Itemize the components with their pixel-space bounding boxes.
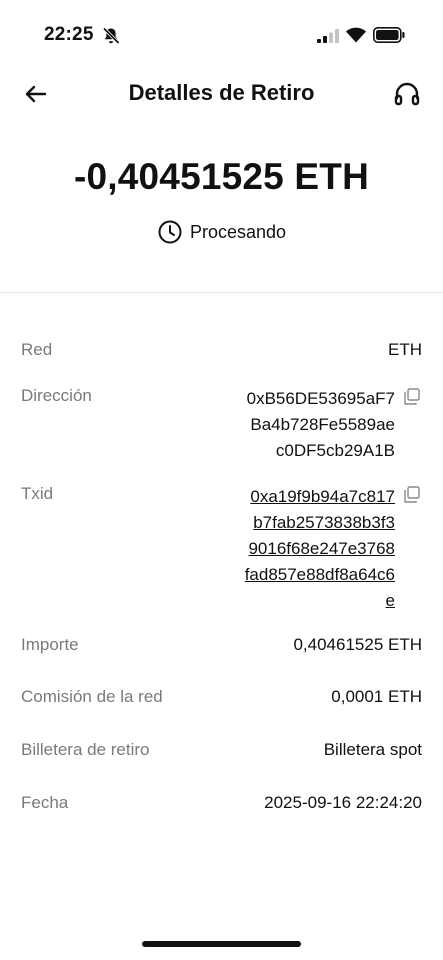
network-label: Red xyxy=(21,340,53,359)
address-line: 0xB56DE53695aF7 xyxy=(246,389,395,408)
home-indicator[interactable] xyxy=(142,941,301,947)
txid-line: fad857e88df8a64c6 xyxy=(244,565,395,584)
header: Detalles de Retiro xyxy=(0,72,443,114)
amount-label: Importe xyxy=(21,635,79,654)
address-line: c0DF5cb29A1B xyxy=(275,441,395,460)
fee-label: Comisión de la red xyxy=(21,687,163,706)
txid-line: e xyxy=(385,591,395,610)
date-value: 2025-09-16 22:24:20 xyxy=(264,793,422,812)
status-bar: 22:25 xyxy=(0,0,443,72)
address-value[interactable]: 0xB56DE53695aF7 Ba4b728Fe5589ae c0DF5cb2… xyxy=(247,386,395,464)
network-value: ETH xyxy=(388,340,422,359)
copy-txid-icon[interactable] xyxy=(402,485,422,505)
status-text: Procesando xyxy=(189,221,287,242)
section-divider xyxy=(0,292,443,293)
address-label: Dirección xyxy=(21,386,92,405)
txid-line: 9016f68e247e3768 xyxy=(248,539,395,558)
headset-support-icon[interactable] xyxy=(391,78,423,110)
fee-value: 0,0001 ETH xyxy=(331,687,422,706)
amount-value: 0,40461525 ETH xyxy=(293,635,422,654)
cellular-signal-icon xyxy=(317,29,339,43)
copy-address-icon[interactable] xyxy=(402,387,422,407)
clock-icon xyxy=(158,220,182,244)
wallet-label: Billetera de retiro xyxy=(21,740,150,759)
bell-off-icon xyxy=(102,27,120,45)
txid-label: Txid xyxy=(21,484,54,503)
wifi-icon xyxy=(346,27,366,43)
txid-line: b7fab2573838b3f3 xyxy=(253,513,395,532)
txid-link[interactable]: 0xa19f9b94a7c817 b7fab2573838b3f3 9016f6… xyxy=(245,484,395,614)
page-title: Detalles de Retiro xyxy=(128,80,315,105)
status-indicator: Procesando xyxy=(0,219,443,245)
date-label: Fecha xyxy=(21,793,69,812)
status-time: 22:25 xyxy=(44,24,94,45)
wallet-value: Billetera spot xyxy=(323,740,422,759)
txid-line: 0xa19f9b94a7c817 xyxy=(250,487,395,506)
withdrawal-amount: -0,40451525 ETH xyxy=(73,156,370,197)
address-line: Ba4b728Fe5589ae xyxy=(250,415,395,434)
battery-icon xyxy=(373,27,405,43)
